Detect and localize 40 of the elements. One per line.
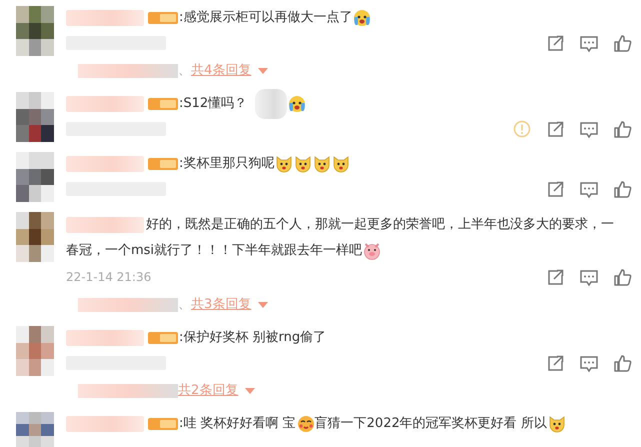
blushing-face-icon [296, 415, 315, 433]
comment-text: :奖杯里那只狗呢 [179, 155, 274, 174]
thumbs-up-icon[interactable] [613, 268, 633, 286]
blurred-image [255, 89, 288, 119]
comment-icon[interactable] [579, 180, 599, 198]
replies-link[interactable]: 共3条回复 [191, 295, 252, 315]
crying-face-icon [288, 95, 306, 113]
blurred-avatar [16, 412, 54, 447]
blurred-avatar [16, 6, 54, 56]
comment-text: 盲猜一下2022年的冠军奖杯更好看 所以 [314, 415, 547, 434]
dog-face-icon [548, 415, 566, 433]
blurred-avatar [16, 92, 54, 142]
dog-face-icon [332, 155, 350, 173]
comment-icon[interactable] [579, 120, 599, 138]
blurred-avatar [16, 152, 54, 202]
separator: 、 [178, 62, 191, 80]
dog-face-icon [294, 155, 312, 173]
thumbs-up-icon[interactable] [613, 354, 633, 372]
replies-link[interactable]: 共4条回复 [191, 61, 252, 81]
pig-face-icon [363, 242, 382, 260]
comment-text: :S12懂吗？ [179, 95, 248, 114]
comment-icon[interactable] [579, 34, 599, 52]
comment-text: 春冠，一个msi就行了！！！下半年就跟去年一样吧 [66, 242, 362, 260]
separator: 、 [178, 296, 191, 314]
comment-text: :感觉展示柜可以再做大一点了 [179, 9, 352, 28]
comment-icon[interactable] [579, 268, 599, 286]
thumbs-up-icon[interactable] [613, 120, 633, 138]
blurred-avatar [16, 326, 54, 376]
blurred-avatar [16, 212, 54, 262]
replies-link[interactable]: 共2条回复 [178, 381, 238, 401]
dog-face-icon [275, 155, 294, 173]
dog-face-icon [313, 155, 332, 173]
comment-text: 好的，既然是正确的五个人，那就一起更多的荣誉吧，上半年也没多大的要求，一 [146, 216, 614, 234]
thumbs-up-icon[interactable] [613, 34, 633, 52]
crying-face-icon [353, 9, 372, 27]
thumbs-up-icon[interactable] [613, 180, 633, 198]
timestamp: 22-1-14 21:36 [66, 269, 152, 286]
comment-text: :保护好奖杯 别被rng偷了 [179, 329, 326, 348]
comment-icon[interactable] [579, 354, 599, 372]
comment-text: :哇 奖杯好好看啊 宝 [179, 415, 296, 434]
